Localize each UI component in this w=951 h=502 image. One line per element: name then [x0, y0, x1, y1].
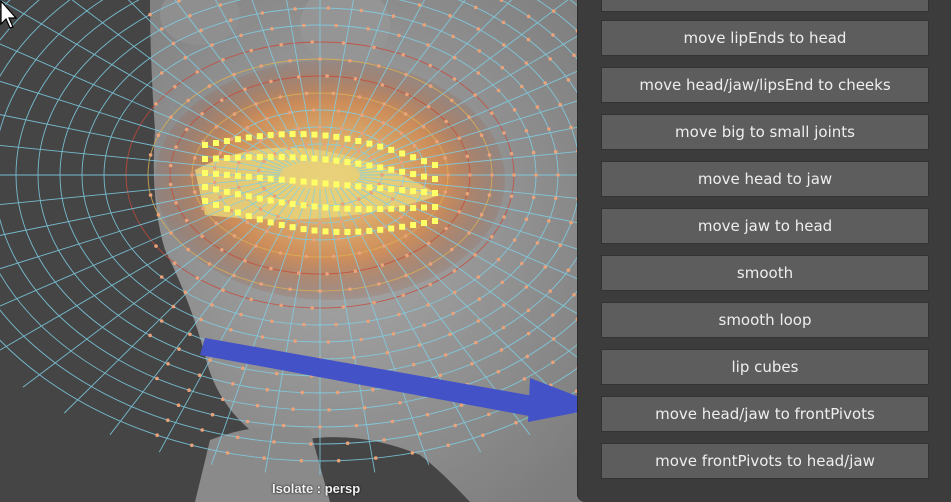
button-partial-top[interactable] — [601, 0, 929, 12]
move-head-jaw-lipsend-to-cheeks-button[interactable]: move head/jaw/lipsEnd to cheeks — [601, 67, 929, 103]
move-jaw-to-head-button[interactable]: move jaw to head — [601, 208, 929, 244]
script-button-panel: move lipEnds to head move head/jaw/lipsE… — [577, 0, 951, 502]
isolate-label: Isolate : persp — [272, 481, 361, 496]
lip-cubes-button[interactable]: lip cubes — [601, 349, 929, 385]
move-big-to-small-joints-button[interactable]: move big to small joints — [601, 114, 929, 150]
mouse-cursor-icon — [0, 0, 18, 29]
move-lipends-to-head-button[interactable]: move lipEnds to head — [601, 20, 929, 56]
move-head-to-jaw-button[interactable]: move head to jaw — [601, 161, 929, 197]
smooth-loop-button[interactable]: smooth loop — [601, 302, 929, 338]
smooth-button[interactable]: smooth — [601, 255, 929, 291]
move-frontpivots-to-head-jaw-button[interactable]: move frontPivots to head/jaw — [601, 443, 929, 479]
move-head-jaw-to-frontpivots-button[interactable]: move head/jaw to frontPivots — [601, 396, 929, 432]
